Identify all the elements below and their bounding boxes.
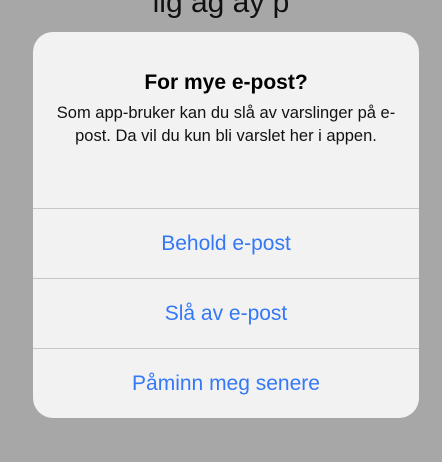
keep-email-button[interactable]: Behold e-post [33,208,419,278]
remind-later-button[interactable]: Påminn meg senere [33,348,419,418]
alert-message: Som app-bruker kan du slå av varslinger … [56,104,396,145]
background-header-text: lig ag ay p [152,0,290,19]
turn-off-email-button[interactable]: Slå av e-post [33,278,419,348]
alert-content: For mye e-post? Som app-bruker kan du sl… [33,32,419,208]
alert-dialog: For mye e-post? Som app-bruker kan du sl… [33,32,419,418]
alert-title: For mye e-post? [144,71,308,94]
